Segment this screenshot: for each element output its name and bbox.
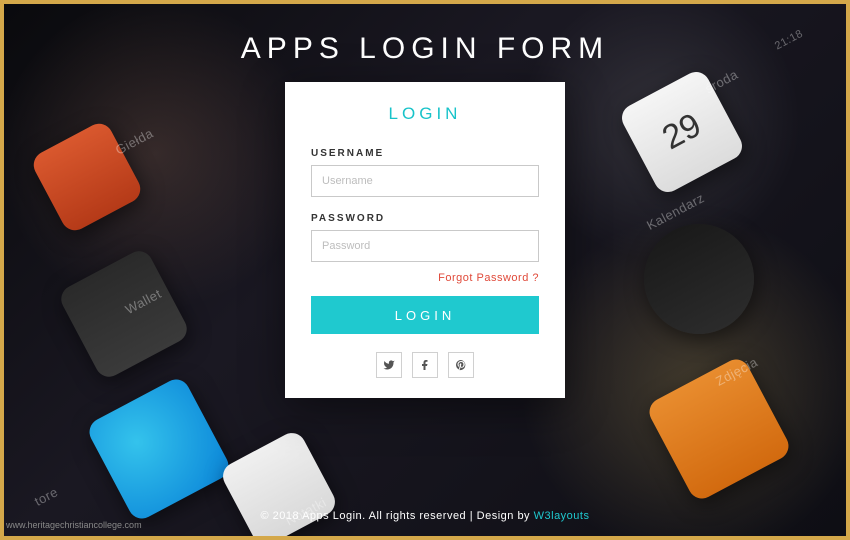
bg-label: tore	[32, 484, 61, 509]
bg-tile	[645, 355, 794, 504]
facebook-icon	[419, 359, 431, 371]
pinterest-icon	[455, 359, 467, 371]
watermark: www.heritagechristiancollege.com	[6, 520, 142, 530]
social-row	[311, 352, 539, 378]
twitter-icon	[383, 359, 395, 371]
footer-copyright: © 2018 Apps Login. All rights reserved |…	[261, 510, 534, 522]
bg-tile	[85, 375, 234, 524]
bg-calendar-tile: 29	[617, 67, 747, 197]
facebook-button[interactable]	[412, 352, 438, 378]
bg-tile	[56, 246, 191, 381]
username-label: USERNAME	[311, 148, 539, 159]
background-frame: 29 Giełda Wallet tore Notatki Kalendarz …	[4, 4, 846, 536]
pinterest-button[interactable]	[448, 352, 474, 378]
bg-clock-tile	[625, 205, 774, 354]
login-button[interactable]: LOGIN	[311, 296, 539, 334]
card-title: LOGIN	[311, 104, 539, 124]
bg-tile	[29, 119, 145, 235]
footer-link[interactable]: W3layouts	[534, 510, 590, 522]
login-card: LOGIN USERNAME PASSWORD Forgot Password …	[285, 82, 565, 398]
password-input[interactable]	[311, 230, 539, 262]
forgot-password-link[interactable]: Forgot Password ?	[311, 272, 539, 284]
username-input[interactable]	[311, 165, 539, 197]
twitter-button[interactable]	[376, 352, 402, 378]
password-label: PASSWORD	[311, 213, 539, 224]
calendar-day: 29	[656, 106, 708, 158]
page-title: APPS LOGIN FORM	[4, 32, 846, 66]
